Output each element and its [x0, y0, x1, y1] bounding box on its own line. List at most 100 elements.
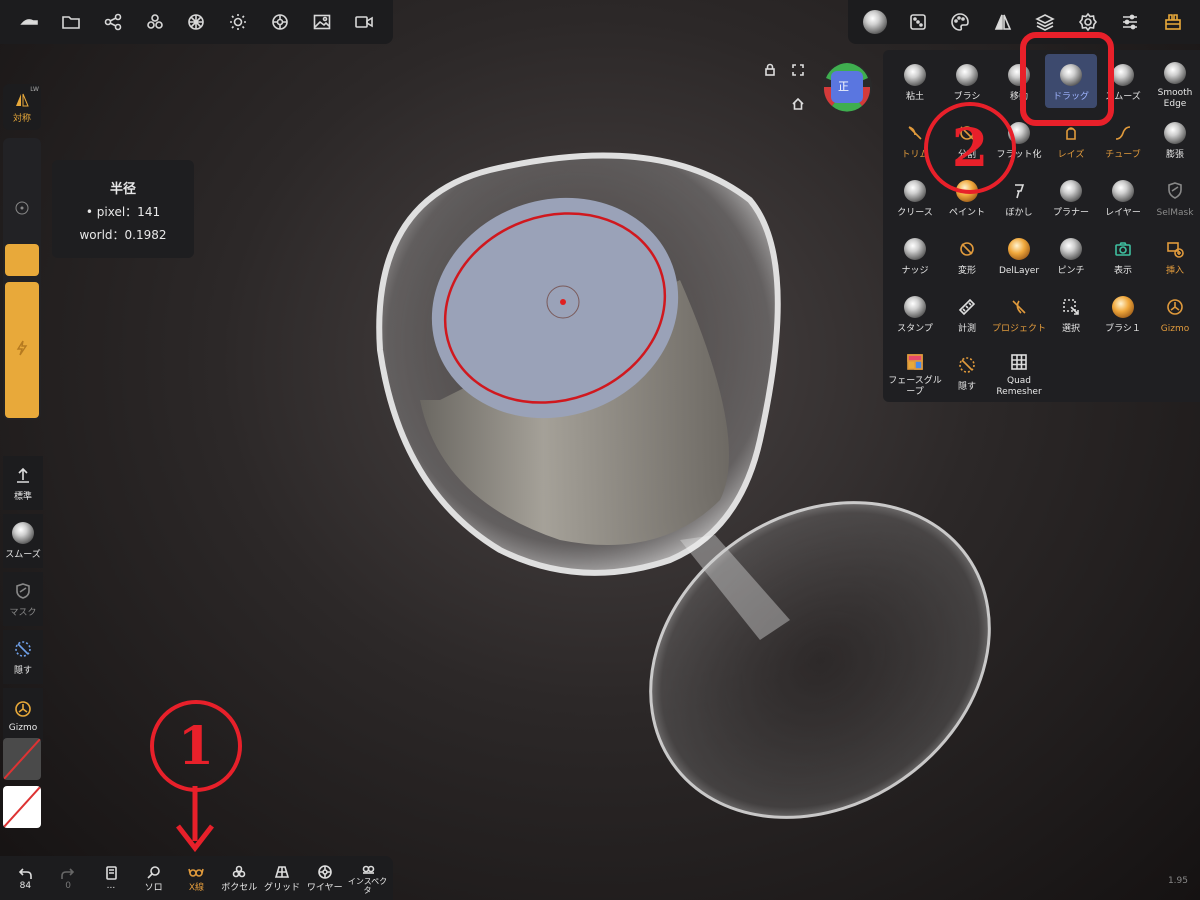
cube-face-label: 正 — [838, 80, 849, 93]
tool-20[interactable]: DelLayer — [993, 228, 1045, 282]
tool-21[interactable]: ピンチ — [1045, 228, 1097, 282]
project-icon — [1006, 294, 1032, 320]
bottom-button-search[interactable]: ソロ — [133, 864, 175, 893]
bottom-button-grid[interactable]: グリッド — [261, 864, 303, 893]
gizmo-button[interactable]: Gizmo — [3, 688, 43, 742]
lightning-icon — [16, 340, 28, 356]
tool-26[interactable]: プロジェクト — [992, 286, 1047, 340]
scene-icon[interactable] — [140, 7, 170, 37]
tool-19[interactable]: 変形 — [941, 228, 993, 282]
bottom-button-xray-glasses[interactable]: X線 — [175, 864, 217, 893]
tool-label: 標準 — [13, 492, 32, 502]
sphere-brush-icon — [902, 236, 928, 262]
symmetry-toggle[interactable]: LW 対称 — [3, 84, 41, 130]
tool-12[interactable]: クリース — [889, 170, 941, 224]
dice-icon[interactable] — [903, 7, 933, 37]
tool-27[interactable]: 選択 — [1045, 286, 1097, 340]
hide-left-panel-icon[interactable] — [14, 7, 44, 37]
sphere-brush-icon — [1162, 62, 1188, 84]
tool-5[interactable]: Smooth Edge — [1149, 54, 1200, 109]
transform-icon — [954, 236, 980, 262]
tool-29[interactable]: Gizmo — [1149, 286, 1200, 340]
tool-23[interactable]: 挿入 — [1149, 228, 1200, 282]
annotation-arrow — [176, 786, 214, 853]
tool-label: ぼかし — [1005, 208, 1033, 218]
bottom-button-voxel[interactable]: ボクセル — [218, 864, 260, 893]
tool-22[interactable]: 表示 — [1097, 228, 1149, 282]
bottom-label: ワイヤー — [306, 882, 343, 893]
orange-sphere-brush-icon — [1006, 236, 1032, 262]
light-icon[interactable] — [223, 7, 253, 37]
bottom-button-undo[interactable]: 84 — [4, 865, 46, 891]
tool-16[interactable]: レイヤー — [1097, 170, 1149, 224]
tool-label: 膨張 — [1165, 150, 1184, 160]
tool-11[interactable]: 膨張 — [1149, 112, 1200, 166]
smooth-sphere-icon — [12, 522, 34, 544]
ruler-icon — [954, 294, 980, 320]
tool-0[interactable]: 粘土 — [889, 54, 941, 108]
tool-label: SelMask — [1156, 208, 1194, 218]
home-icon[interactable] — [788, 94, 808, 114]
material-ball-icon[interactable] — [181, 7, 211, 37]
color-swatch-secondary[interactable] — [3, 786, 41, 828]
inspector-icon — [362, 865, 374, 874]
palette-icon[interactable] — [945, 7, 975, 37]
bottom-button-book[interactable]: ... — [90, 865, 132, 891]
undo-icon — [19, 868, 33, 879]
color-swatch-primary[interactable] — [3, 738, 41, 780]
tool-label: 挿入 — [1165, 266, 1184, 276]
left-tools: 標準 スムーズ マスク 隠す Gizmo — [3, 456, 43, 746]
tool-25[interactable]: 計測 — [941, 286, 993, 340]
radius-fill[interactable] — [5, 244, 39, 276]
smooth-button[interactable]: スムーズ — [3, 514, 43, 568]
bottom-button-redo[interactable]: 0 — [47, 865, 89, 891]
sliders-icon[interactable] — [1115, 7, 1145, 37]
tool-32[interactable]: Quad Remesher — [993, 344, 1045, 398]
app-menu-icon[interactable] — [1158, 7, 1188, 37]
orientation-cube[interactable]: 正 — [820, 60, 874, 114]
tool-24[interactable]: スタンプ — [889, 286, 941, 340]
image-icon[interactable] — [307, 7, 337, 37]
sphere-brush-icon — [902, 178, 928, 204]
tool-28[interactable]: ブラシ１ — [1097, 286, 1149, 340]
upload-icon — [12, 464, 34, 486]
bottom-toolbar: 84 0... ソロ X線 ボクセル グリッド ワイヤー インスペクタ — [0, 856, 393, 900]
tool-sphere-icon[interactable] — [860, 7, 890, 37]
folder-icon[interactable] — [56, 7, 86, 37]
tool-1[interactable]: ブラシ — [941, 54, 993, 108]
symmetry-icon[interactable] — [988, 7, 1018, 37]
bottom-label: インスペクタ — [347, 877, 388, 895]
tool-label: フェースグループ — [888, 376, 942, 397]
grid-icon — [274, 865, 290, 878]
bottom-button-inspector[interactable]: インスペクタ — [347, 861, 389, 895]
tool-15[interactable]: プラナー — [1045, 170, 1097, 224]
sphere-brush-icon — [1162, 120, 1188, 146]
mask-button[interactable]: マスク — [3, 572, 43, 626]
tool-31[interactable]: 隠す — [941, 344, 993, 398]
fullscreen-icon[interactable] — [788, 60, 808, 80]
annotation-1-text: 1 — [177, 715, 215, 777]
tool-label: 変形 — [957, 266, 976, 276]
orange-sphere-brush-icon — [1110, 294, 1136, 320]
gizmo-icon — [1162, 294, 1188, 320]
tooltip-world: world：0.1982 — [79, 228, 167, 242]
tool-label: 隠す — [957, 382, 976, 392]
share-icon[interactable] — [98, 7, 128, 37]
hide-button[interactable]: 隠す — [3, 630, 43, 684]
tool-label: スタンプ — [897, 324, 933, 334]
video-icon[interactable] — [349, 7, 379, 37]
tooltip-pixel: • pixel：141 — [85, 205, 161, 219]
hide-icon — [954, 352, 980, 378]
tool-18[interactable]: ナッジ — [889, 228, 941, 282]
stroke-standard-button[interactable]: 標準 — [3, 456, 43, 510]
bottom-button-wireframe[interactable]: ワイヤー — [304, 864, 346, 893]
tool-label: プロジェクト — [992, 324, 1047, 334]
xray-glasses-icon — [188, 868, 205, 877]
tool-17[interactable]: SelMask — [1149, 170, 1200, 224]
symmetry-label: 対称 — [12, 114, 31, 124]
top-left-toolbar — [0, 0, 393, 44]
intensity-slider[interactable] — [5, 282, 39, 418]
lock-icon[interactable] — [760, 60, 780, 80]
render-icon[interactable] — [265, 7, 295, 37]
tool-30[interactable]: フェースグループ — [888, 344, 942, 398]
